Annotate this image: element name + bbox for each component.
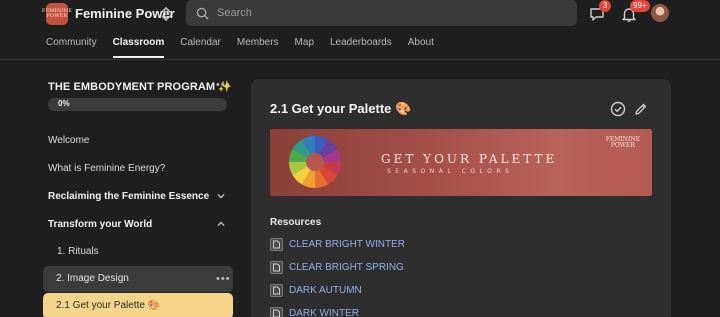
- sidebar-item-what-is-feminine-energy[interactable]: What is Feminine Energy?: [48, 163, 165, 174]
- chevron-down-icon[interactable]: [216, 191, 226, 201]
- sidebar-lesson-image-design[interactable]: 2. Image Design •••: [43, 266, 233, 292]
- resource-link[interactable]: CLEAR BRIGHT WINTER: [270, 238, 405, 251]
- sidebar-lesson-get-your-palette[interactable]: 2.1 Get your Palette 🎨: [43, 293, 233, 317]
- sidebar-module-transform[interactable]: Transform your World: [48, 219, 152, 230]
- search-icon: [196, 7, 209, 20]
- resource-label[interactable]: CLEAR BRIGHT SPRING: [289, 262, 404, 273]
- tab-leaderboards[interactable]: Leaderboards: [330, 37, 392, 58]
- lesson-title: 2.1 Get your Palette 🎨: [270, 101, 412, 116]
- lesson-card: 2.1 Get your Palette 🎨 GET YOUR PALETTE …: [251, 79, 671, 317]
- tab-map[interactable]: Map: [295, 37, 314, 58]
- sidebar-item-welcome[interactable]: Welcome: [48, 135, 90, 146]
- resource-link[interactable]: DARK WINTER: [270, 307, 359, 317]
- banner-brand-mark: FEMININE POWER: [606, 137, 640, 149]
- color-wheel-icon: [289, 136, 341, 188]
- chat-badge: 3: [599, 0, 611, 12]
- course-title: THE EMBODYMENT PROGRAM ✨: [48, 81, 233, 93]
- banner-mark-line-2: POWER: [610, 142, 635, 149]
- lesson-label: 2. Image Design: [56, 273, 129, 284]
- resource-label[interactable]: CLEAR BRIGHT WINTER: [289, 239, 405, 250]
- tab-members[interactable]: Members: [237, 37, 279, 58]
- banner-subtitle: SEASONAL COLORS: [387, 168, 514, 175]
- resource-link[interactable]: DARK AUTUMN: [270, 284, 362, 297]
- progress-percent: 0%: [58, 99, 70, 108]
- user-avatar[interactable]: [651, 4, 669, 22]
- resources-heading: Resources: [270, 217, 322, 228]
- resource-label[interactable]: DARK WINTER: [289, 308, 359, 317]
- lesson-options-icon[interactable]: •••: [216, 273, 231, 285]
- file-icon: [270, 307, 283, 317]
- chevron-up-icon[interactable]: [216, 219, 226, 229]
- file-icon: [270, 261, 283, 274]
- tab-classroom[interactable]: Classroom: [112, 37, 164, 58]
- main-nav: Community Classroom Calendar Members Map…: [46, 37, 450, 58]
- banner-title: GET YOUR PALETTE: [381, 152, 558, 166]
- course-progress-bar: 0%: [48, 98, 227, 111]
- nav-divider: [0, 59, 720, 60]
- tab-about[interactable]: About: [408, 37, 434, 58]
- lesson-label: 2.1 Get your Palette 🎨: [56, 300, 161, 311]
- tab-calendar[interactable]: Calendar: [180, 37, 221, 58]
- edit-pencil-icon[interactable]: [633, 101, 649, 117]
- search-bar[interactable]: [186, 0, 577, 26]
- file-icon: [270, 284, 283, 297]
- lesson-banner-image: GET YOUR PALETTE SEASONAL COLORS FEMININ…: [270, 129, 652, 196]
- resource-link[interactable]: CLEAR BRIGHT SPRING: [270, 261, 404, 274]
- notification-badge: 99+: [630, 0, 650, 12]
- search-input[interactable]: [217, 7, 547, 19]
- sidebar-module-reclaiming[interactable]: Reclaiming the Feminine Essence: [48, 191, 209, 202]
- sidebar-lesson-rituals[interactable]: 1. Rituals: [57, 246, 99, 257]
- top-bar: FEMININE POWER Feminine Power 3 99+: [0, 0, 720, 28]
- community-logo[interactable]: FEMININE POWER: [42, 3, 72, 25]
- resource-label[interactable]: DARK AUTUMN: [289, 285, 362, 296]
- mark-complete-icon[interactable]: [610, 101, 626, 117]
- logo-text-line-2: POWER: [46, 13, 68, 19]
- course-options-icon[interactable]: •••: [216, 79, 231, 91]
- file-icon: [270, 238, 283, 251]
- tab-community[interactable]: Community: [46, 37, 97, 58]
- switcher-chevrons-icon[interactable]: [158, 4, 174, 24]
